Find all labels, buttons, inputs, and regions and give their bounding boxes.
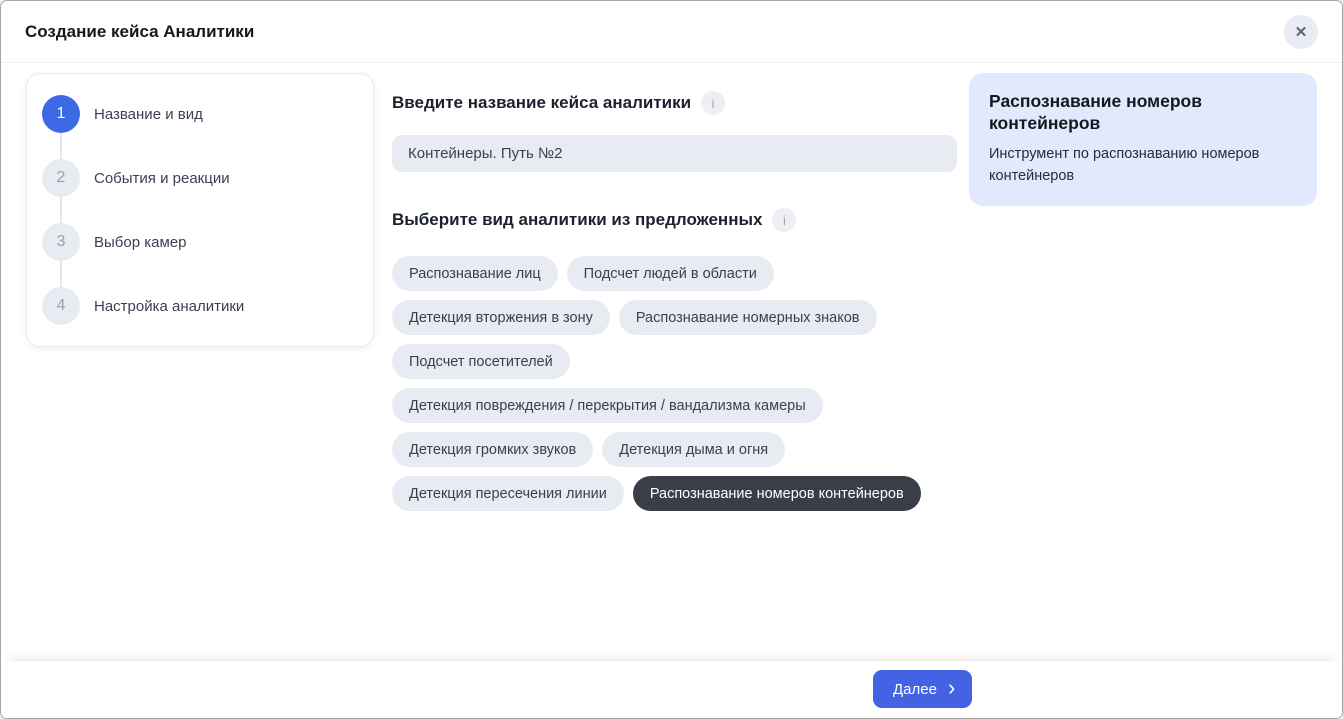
stepper-item-3[interactable]: 3 Выбор камер <box>42 223 357 261</box>
stepper-item-1[interactable]: 1 Название и вид <box>42 95 357 133</box>
info-icon[interactable]: i <box>772 208 796 232</box>
dialog-footer: Далее › <box>1 661 1342 718</box>
step-label: Название и вид <box>94 106 203 123</box>
stepper-item-4[interactable]: 4 Настройка аналитики <box>42 287 357 325</box>
analytics-type-chips: Распознавание лиц Подсчет людей в области… <box>392 256 957 511</box>
analytics-type-chip[interactable]: Распознавание номерных знаков <box>619 300 877 335</box>
analytics-type-chip[interactable]: Подсчет людей в области <box>567 256 774 291</box>
close-button[interactable]: ✕ <box>1284 15 1318 49</box>
info-panel-title: Распознавание номеров контейнеров <box>989 90 1297 135</box>
chip-row: Детекция вторжения в зону Распознавание н… <box>392 300 957 335</box>
step-connector-line <box>60 133 62 159</box>
step-label: Настройка аналитики <box>94 298 244 315</box>
next-button[interactable]: Далее › <box>873 670 972 708</box>
step-number-badge: 1 <box>42 95 80 133</box>
chip-row: Детекция повреждения / перекрытия / ванд… <box>392 388 957 423</box>
step-connector-line <box>60 197 62 223</box>
analytics-type-chip[interactable]: Детекция повреждения / перекрытия / ванд… <box>392 388 823 423</box>
analytics-type-chip[interactable]: Детекция громких звуков <box>392 432 593 467</box>
dialog-header: Создание кейса Аналитики ✕ <box>1 1 1342 63</box>
analytics-type-chip[interactable]: Распознавание лиц <box>392 256 558 291</box>
stepper: 1 Название и вид 2 События и реакции 3 Выбор … <box>26 73 374 347</box>
step-number-badge: 2 <box>42 159 80 197</box>
type-section-title: Выберите вид аналитики из предложенных <box>392 210 762 230</box>
step-label: Выбор камер <box>94 234 186 251</box>
main-form: Введите название кейса аналитики i Выбер… <box>392 73 957 520</box>
name-section-title: Введите название кейса аналитики <box>392 93 691 113</box>
stepper-steps: 1 Название и вид 2 События и реакции 3 Выбор … <box>42 95 357 325</box>
stepper-item-2[interactable]: 2 События и реакции <box>42 159 357 197</box>
name-section-header: Введите название кейса аналитики i <box>392 91 957 115</box>
chip-row: Подсчет посетителей <box>392 344 957 379</box>
analytics-type-chip[interactable]: Детекция дыма и огня <box>602 432 785 467</box>
create-analytics-case-dialog: Создание кейса Аналитики ✕ 1 Название и в… <box>0 0 1343 719</box>
analytics-type-chip[interactable]: Распознавание номеров контейнеров <box>633 476 921 511</box>
info-panel-description: Инструмент по распознаванию номеров конт… <box>989 144 1297 188</box>
step-connector-line <box>60 261 62 287</box>
analytics-type-chip[interactable]: Детекция пересечения линии <box>392 476 624 511</box>
dialog-content: 1 Название и вид 2 События и реакции 3 Выбор … <box>1 63 1342 661</box>
case-name-input[interactable] <box>392 135 957 172</box>
close-icon: ✕ <box>1295 23 1308 41</box>
next-button-label: Далее <box>893 681 937 698</box>
analytics-type-chip[interactable]: Детекция вторжения в зону <box>392 300 610 335</box>
analytics-info-panel: Распознавание номеров контейнеров Инстру… <box>969 73 1317 206</box>
step-number-badge: 3 <box>42 223 80 261</box>
step-label: События и реакции <box>94 170 230 187</box>
step-number-badge: 4 <box>42 287 80 325</box>
dialog-title: Создание кейса Аналитики <box>25 22 254 42</box>
analytics-type-chip[interactable]: Подсчет посетителей <box>392 344 570 379</box>
type-section-header: Выберите вид аналитики из предложенных i <box>392 208 957 232</box>
chip-row: Распознавание лиц Подсчет людей в области <box>392 256 957 291</box>
chip-row: Детекция громких звуков Детекция дыма и о… <box>392 432 957 467</box>
chip-row: Детекция пересечения линии Распознавание … <box>392 476 957 511</box>
info-icon[interactable]: i <box>701 91 725 115</box>
